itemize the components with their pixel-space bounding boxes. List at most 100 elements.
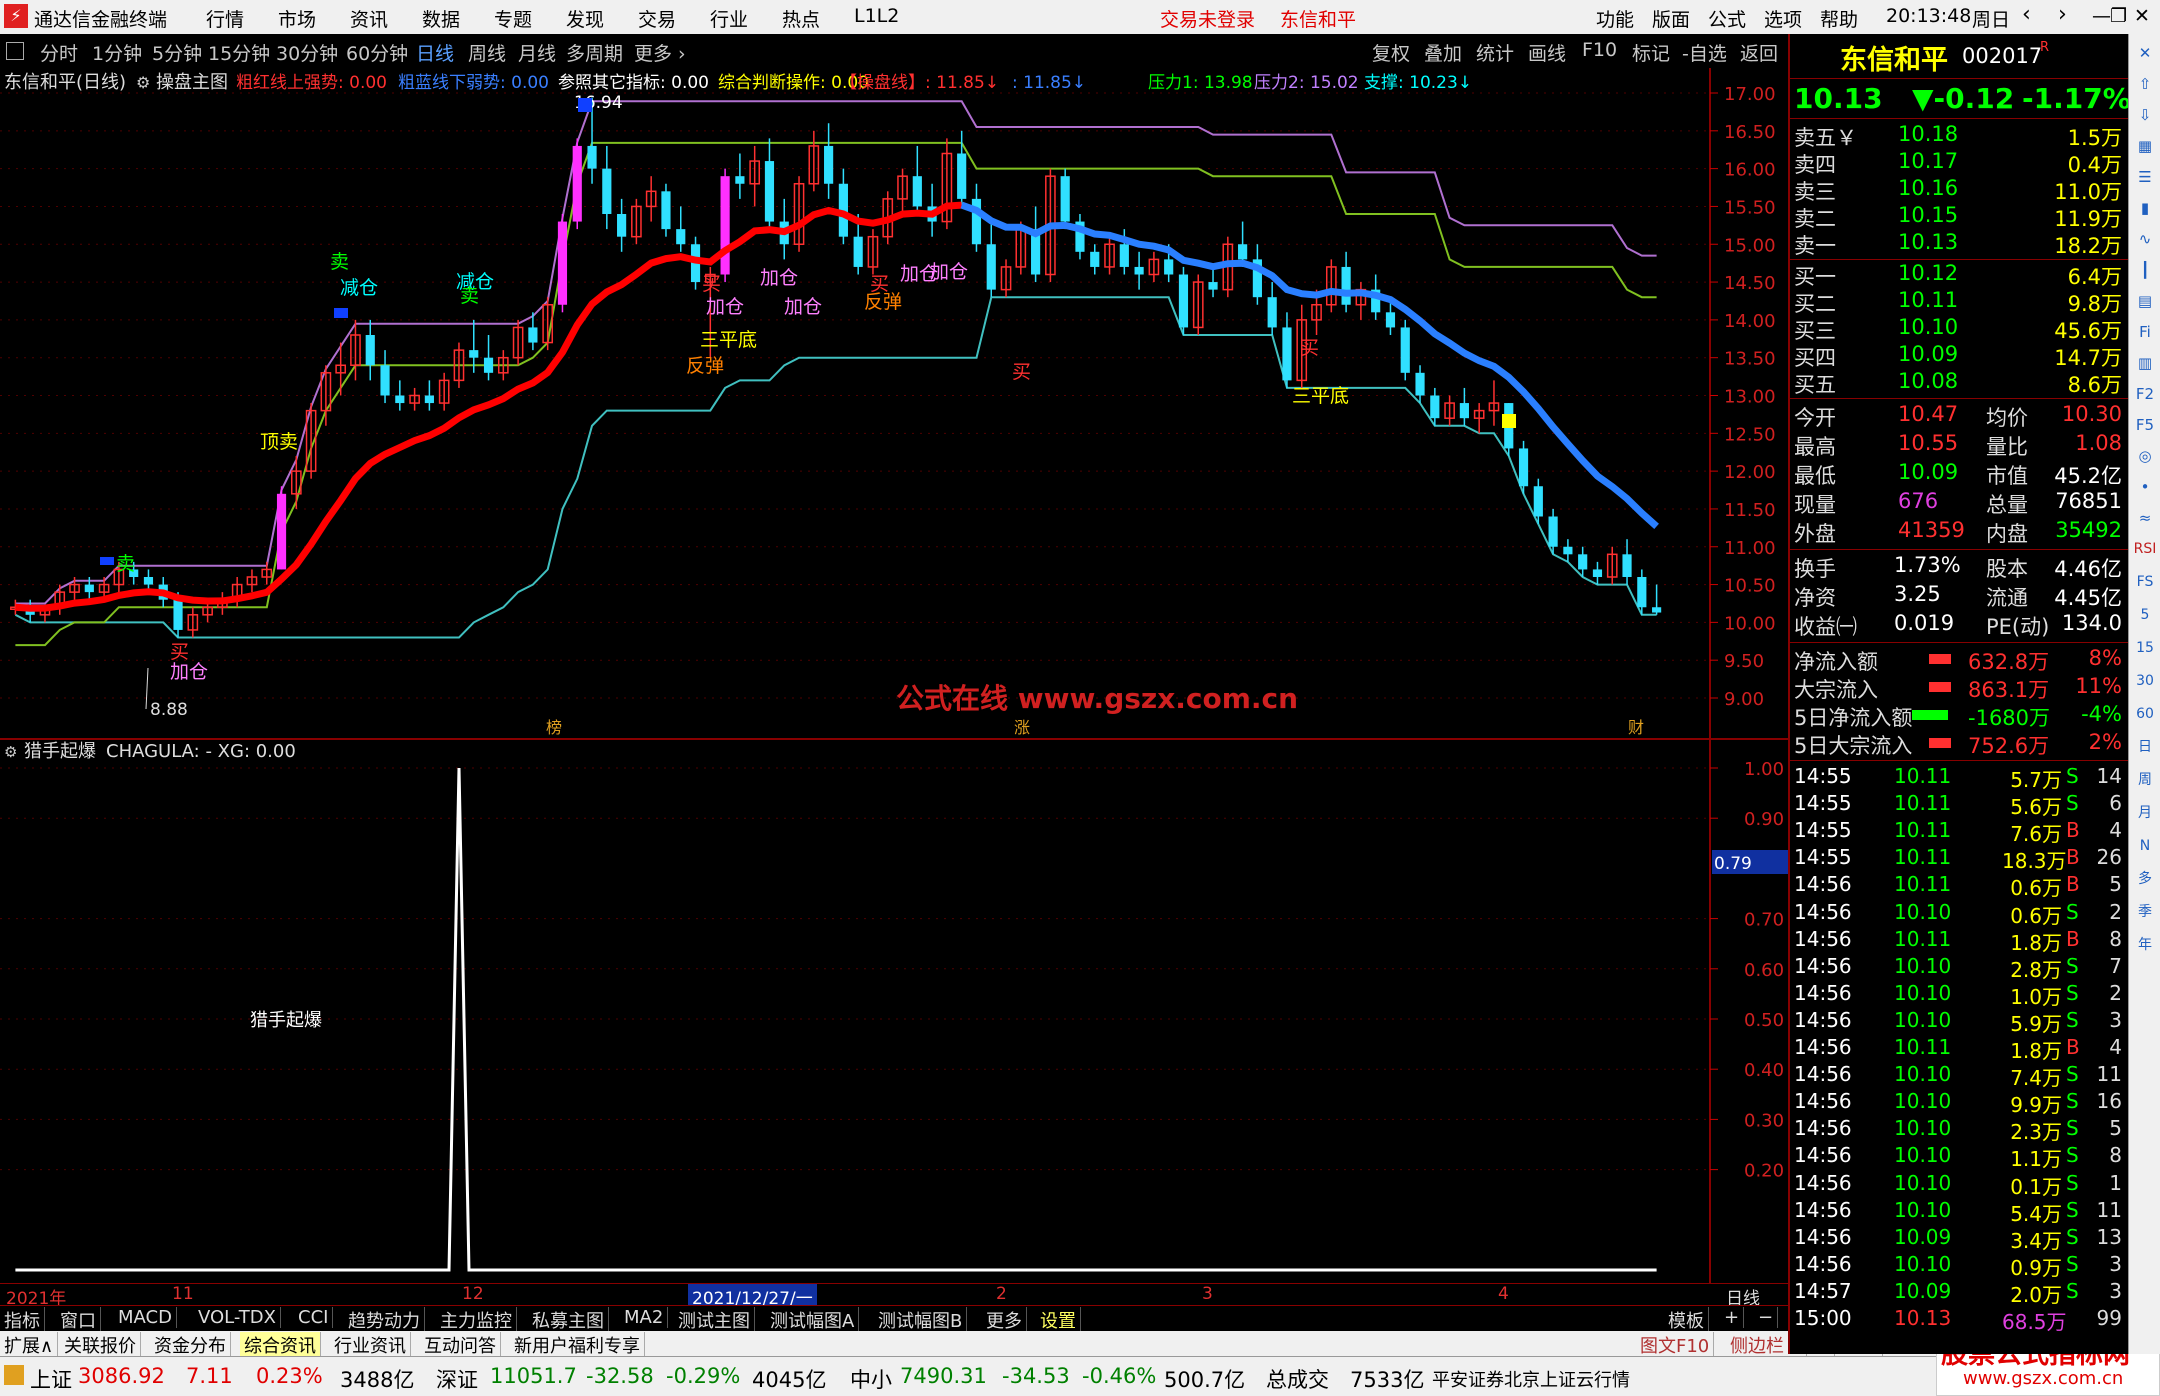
btn-zixuan[interactable]: -自选 [1682,39,1727,66]
tab1-2[interactable]: MACD [114,1307,177,1328]
tab2-3[interactable]: 综合资讯 [240,1332,321,1358]
btn-tongji[interactable]: 统计 [1476,39,1514,66]
wave-icon[interactable]: ≈ [2132,505,2158,531]
tab1-10[interactable]: 测试幅图A [766,1307,860,1333]
tab1-0[interactable]: 指标 [0,1307,45,1333]
tab1-13[interactable]: 设置 [1036,1307,1081,1333]
period-multi[interactable]: 多周期 [566,39,623,66]
side-label-8[interactable]: 月 [2132,800,2158,826]
down-arrow-icon[interactable]: ⇩ [2132,102,2158,128]
event-tag-bang[interactable]: 榜 [546,718,562,737]
toolbar-toggle-icon[interactable] [6,42,24,60]
bar-icon[interactable]: ▮ [2132,195,2158,221]
menu-hangqing[interactable]: 行情 [206,5,244,32]
tab1-12[interactable]: 更多 [982,1307,1027,1333]
sh-index-label[interactable]: 上证 [30,1364,72,1394]
tab1-11[interactable]: 测试幅图B [874,1307,968,1333]
menu-zhuanti[interactable]: 专题 [494,5,532,32]
period-5min[interactable]: 5分钟 [152,39,202,66]
tab2-4[interactable]: 行业资讯 [330,1332,411,1358]
chart-area[interactable]: 东信和平(日线) ⚙ 操盘主图 粗红线上强势: 0.00 粗蓝线下弱势: 0.00… [0,68,1788,1283]
zx-index-label[interactable]: 中小 [850,1364,892,1394]
flow-row[interactable]: 5日大宗流入 752.6万 2% [1790,730,2128,758]
menu-shichang[interactable]: 市场 [278,5,316,32]
bid-row[interactable]: 买五 10.08 8.6万 [1790,369,2128,397]
menu-faxian[interactable]: 发现 [566,5,604,32]
event-tag-zhang[interactable]: 涨 [1014,718,1030,737]
tab2-0[interactable]: 扩展∧ [0,1332,59,1358]
ask-row[interactable]: 卖二 10.15 11.9万 [1790,203,2128,231]
server-info[interactable]: 平安证券北京上证云行情 [1432,1366,1630,1392]
tab2-right-0[interactable]: 图文F10 [1636,1332,1715,1358]
circle-icon[interactable]: ◎ [2132,443,2158,469]
tab2-5[interactable]: 互动问答 [420,1332,501,1358]
ask-row[interactable]: 卖五￥ 10.18 1.5万 [1790,122,2128,150]
menu-banmian[interactable]: 版面 [1652,5,1690,32]
ask-row[interactable]: 卖三 10.16 11.0万 [1790,176,2128,204]
menu-shuju[interactable]: 数据 [422,5,460,32]
period-daily[interactable]: 日线 [416,39,454,66]
tab1-1[interactable]: 窗口 [56,1307,101,1333]
side-label-11[interactable]: 季 [2132,899,2158,925]
period-more[interactable]: 更多 › [634,39,686,66]
btn-huaxian[interactable]: 画线 [1528,39,1566,66]
side-label-6[interactable]: 日 [2132,734,2158,760]
bid-row[interactable]: 买三 10.10 45.6万 [1790,315,2128,343]
f5-icon[interactable]: F5 [2132,412,2158,438]
dot-icon[interactable]: • [2132,474,2158,500]
close-icon[interactable]: ✕ [2132,40,2158,66]
line-icon[interactable]: ∿ [2132,226,2158,252]
side-label-0[interactable]: RSI [2132,536,2158,562]
menu-l1l2[interactable]: L1L2 [854,5,899,27]
side-label-5[interactable]: 60 [2132,701,2158,727]
period-1min[interactable]: 1分钟 [92,39,142,66]
menu-jiaoyi[interactable]: 交易 [638,5,676,32]
btn-fuquan[interactable]: 复权 [1372,39,1410,66]
menu-gongshi[interactable]: 公式 [1708,5,1746,32]
tab1-5[interactable]: 趋势动力 [344,1307,425,1333]
period-30min[interactable]: 30分钟 [276,39,338,66]
menu-redian[interactable]: 热点 [782,5,820,32]
menu-gongneng[interactable]: 功能 [1596,5,1634,32]
btn-f10[interactable]: F10 [1582,39,1617,61]
btn-fanhui[interactable]: 返回 [1740,39,1778,66]
side-label-10[interactable]: 多 [2132,866,2158,892]
tab1-right-2[interactable]: − [1754,1307,1779,1328]
ask-row[interactable]: 卖一 10.13 18.2万 [1790,230,2128,258]
list-icon[interactable]: ☰ [2132,164,2158,190]
candle-icon[interactable]: ┃ [2132,257,2158,283]
bid-row[interactable]: 买一 10.12 6.4万 [1790,261,2128,289]
flow-row[interactable]: 大宗流入 863.1万 11% [1790,674,2128,702]
flow-row[interactable]: 5日净流入额 -1680万 -4% [1790,702,2128,730]
flow-row[interactable]: 净流入额 632.8万 8% [1790,646,2128,674]
minimize-icon[interactable]: — [2092,5,2111,27]
side-label-1[interactable]: FS [2132,569,2158,595]
tab1-7[interactable]: 私募主图 [528,1307,609,1333]
tab2-2[interactable]: 资金分布 [150,1332,231,1358]
event-tag-cai[interactable]: 财 [1628,718,1644,737]
tab1-right-0[interactable]: 模板 [1664,1307,1709,1333]
period-15min[interactable]: 15分钟 [208,39,270,66]
tab2-1[interactable]: 关联报价 [60,1332,141,1358]
table-icon[interactable]: ▤ [2132,288,2158,314]
grid-icon[interactable]: ▦ [2132,133,2158,159]
restore-icon[interactable]: ❐ [2110,5,2127,27]
side-label-2[interactable]: 5 [2132,602,2158,628]
btn-diejia[interactable]: 叠加 [1424,39,1462,66]
btn-biaoji[interactable]: 标记 [1632,39,1670,66]
login-status[interactable]: 交易未登录 [1160,5,1255,32]
menu-zixun[interactable]: 资讯 [350,5,388,32]
main-indicator-name[interactable]: 操盘主图 [156,72,228,93]
menu-hangye[interactable]: 行业 [710,5,748,32]
back-icon[interactable]: ‹ [2022,2,2031,27]
tab1-right-1[interactable]: + [1720,1307,1745,1328]
quote-stock-name[interactable]: 东信和平 [1840,38,1948,77]
status-menu-icon[interactable] [4,1365,24,1385]
bid-row[interactable]: 买二 10.11 9.8万 [1790,288,2128,316]
chart-icon[interactable]: ▥ [2132,350,2158,376]
tab1-4[interactable]: CCI [294,1307,334,1328]
sz-index-label[interactable]: 深证 [436,1364,478,1394]
period-fenshi[interactable]: 分时 [40,39,78,66]
tab1-9[interactable]: 测试主图 [674,1307,755,1333]
tab2-6[interactable]: 新用户福利专享 [510,1332,645,1358]
